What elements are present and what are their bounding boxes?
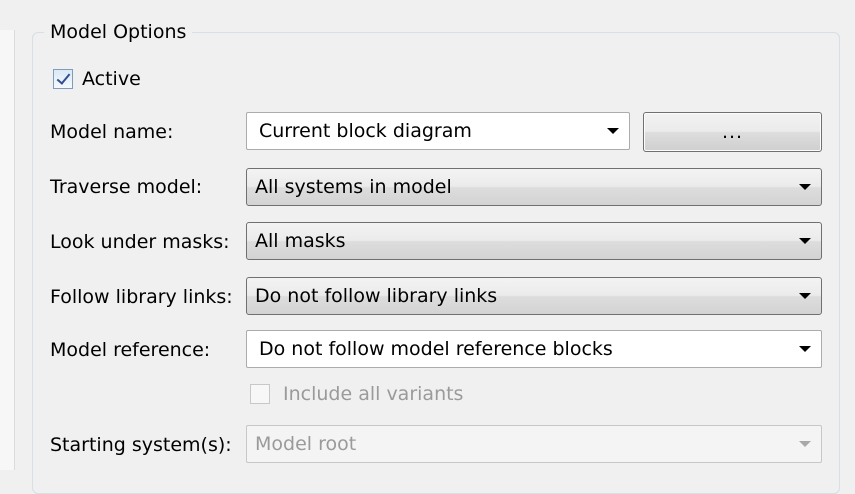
model-name-dropdown[interactable]: Current block diagram	[246, 112, 630, 150]
group-title: Model Options	[44, 20, 193, 44]
traverse-model-dropdown[interactable]: All systems in model	[246, 168, 822, 206]
chevron-down-icon	[799, 346, 811, 352]
chevron-down-icon	[607, 128, 619, 134]
include-all-variants-checkbox[interactable]	[250, 384, 270, 404]
model-reference-value: Do not follow model reference blocks	[259, 338, 613, 360]
follow-library-links-label: Follow library links:	[50, 286, 233, 308]
traverse-model-value: All systems in model	[255, 176, 452, 198]
starting-systems-value: Model root	[255, 433, 357, 455]
chevron-down-icon	[799, 441, 811, 447]
look-under-masks-dropdown[interactable]: All masks	[246, 222, 822, 260]
browse-model-button[interactable]: ...	[643, 112, 822, 152]
model-name-value: Current block diagram	[259, 120, 472, 142]
include-all-variants-label[interactable]: Include all variants	[283, 382, 463, 406]
active-checkbox[interactable]	[53, 69, 73, 89]
adjacent-panel-edge	[0, 30, 15, 470]
model-reference-label: Model reference:	[50, 339, 211, 361]
look-under-masks-value: All masks	[255, 230, 346, 252]
follow-library-links-dropdown[interactable]: Do not follow library links	[246, 277, 822, 315]
active-checkbox-label[interactable]: Active	[82, 67, 141, 91]
chevron-down-icon	[799, 293, 811, 299]
browse-button-label: ...	[721, 121, 744, 143]
chevron-down-icon	[799, 238, 811, 244]
starting-systems-dropdown[interactable]: Model root	[246, 425, 822, 463]
chevron-down-icon	[799, 184, 811, 190]
model-name-label: Model name:	[50, 121, 174, 143]
starting-systems-label: Starting system(s):	[50, 434, 232, 456]
look-under-masks-label: Look under masks:	[50, 231, 230, 253]
model-reference-dropdown[interactable]: Do not follow model reference blocks	[246, 330, 822, 368]
follow-library-links-value: Do not follow library links	[255, 285, 498, 307]
traverse-model-label: Traverse model:	[50, 176, 203, 198]
